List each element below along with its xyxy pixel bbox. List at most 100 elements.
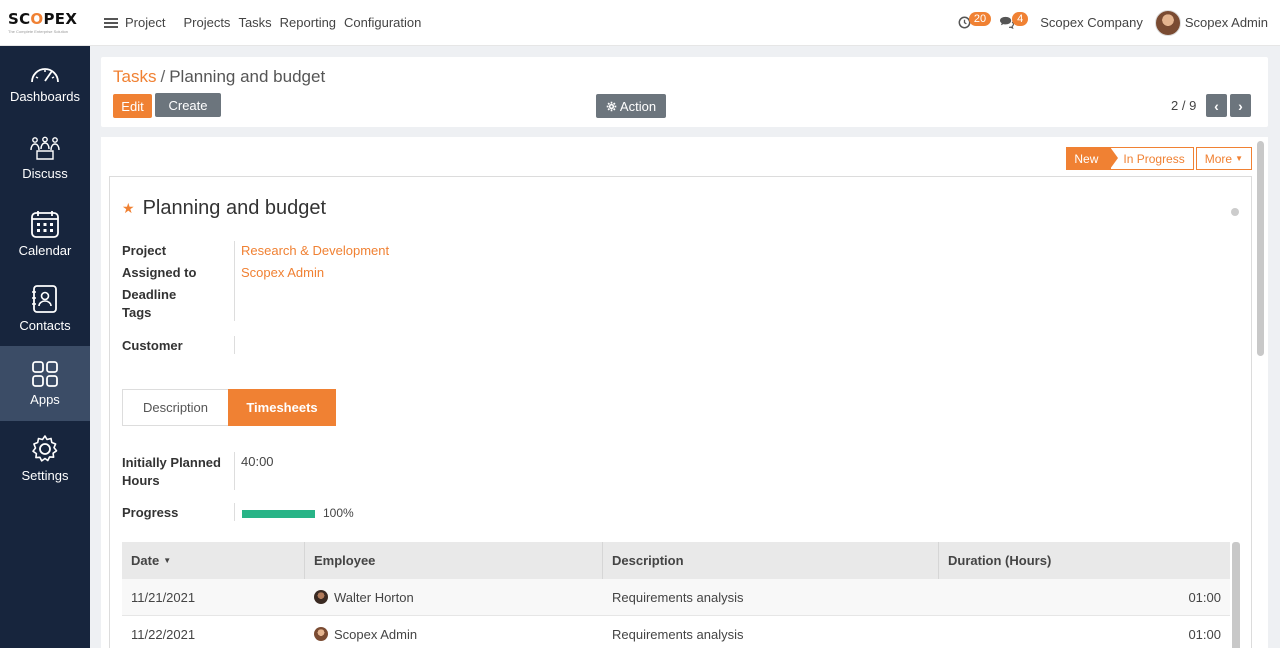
edit-button[interactable]: Edit xyxy=(113,94,152,118)
sidebar-item-calendar[interactable]: Calendar xyxy=(0,196,90,271)
assigned-to-value[interactable]: Scopex Admin xyxy=(241,265,324,280)
tab-description[interactable]: Description xyxy=(122,389,228,426)
column-description[interactable]: Description xyxy=(603,542,939,579)
logo-wordmark: SCOPEX xyxy=(8,9,78,28)
sort-caret-icon: ▼ xyxy=(163,556,172,565)
cell-duration: 01:00 xyxy=(1188,589,1221,605)
form-scrollbar[interactable] xyxy=(1257,141,1264,356)
column-duration[interactable]: Duration (Hours) xyxy=(939,542,1230,579)
cell-description: Requirements analysis xyxy=(612,589,744,605)
topbar-right: 20 4 Scopex Company Scopex Admin xyxy=(958,9,1280,36)
contacts-book-icon xyxy=(32,285,57,313)
menu-tasks[interactable]: Tasks xyxy=(238,15,271,30)
people-discuss-icon xyxy=(30,136,60,160)
cell-description: Requirements analysis xyxy=(612,626,744,642)
stage-new[interactable]: New xyxy=(1066,147,1119,170)
table-scrollbar[interactable] xyxy=(1232,542,1240,648)
sidebar-item-label: Settings xyxy=(21,468,69,483)
action-button[interactable]: Action xyxy=(596,94,666,118)
progress-label: Progress xyxy=(122,505,179,520)
user-avatar[interactable] xyxy=(1154,9,1181,36)
top-menu: Projects Tasks Reporting Configuration xyxy=(183,15,421,30)
tags-label: Tags xyxy=(122,305,152,320)
app-name[interactable]: Project xyxy=(125,15,165,30)
table-header: Date ▼ Employee Description Duration (Hou… xyxy=(122,542,1230,579)
field-divider xyxy=(234,336,235,354)
breadcrumb-separator: / xyxy=(160,67,166,86)
employee-avatar xyxy=(314,590,328,604)
field-divider xyxy=(234,241,235,321)
breadcrumb: Tasks / Planning and budget xyxy=(113,67,325,87)
deadline-label: Deadline xyxy=(122,287,177,302)
project-value[interactable]: Research & Development xyxy=(241,243,389,258)
breadcrumb-current: Planning and budget xyxy=(169,67,326,86)
customer-label: Customer xyxy=(122,338,183,353)
table-row[interactable]: 11/21/2021 Walter Horton Requirements an… xyxy=(122,579,1230,616)
stage-in-progress[interactable]: In Progress xyxy=(1110,147,1194,170)
stage-more-dropdown[interactable]: More ▼ xyxy=(1195,147,1252,170)
cell-date: 11/22/2021 xyxy=(131,626,196,642)
user-menu[interactable]: Scopex Admin xyxy=(1185,15,1268,30)
menu-configuration[interactable]: Configuration xyxy=(344,15,421,30)
title-row: ★ Planning and budget xyxy=(122,197,326,220)
sidebar-item-settings[interactable]: Settings xyxy=(0,421,90,496)
sidebar: Dashboards Discuss Calendar Contacts App… xyxy=(0,46,90,648)
gear-icon xyxy=(32,435,58,462)
chevron-left-icon: ‹ xyxy=(1214,97,1219,114)
more-label: More xyxy=(1204,151,1233,166)
breadcrumb-tasks-link[interactable]: Tasks xyxy=(113,67,156,86)
sidebar-item-apps[interactable]: Apps xyxy=(0,346,90,421)
form-view: New In Progress More ▼ ★ Planning and bud… xyxy=(101,137,1268,648)
employee-name: Walter Horton xyxy=(334,589,414,605)
hamburger-menu-icon[interactable] xyxy=(104,17,118,28)
sidebar-item-dashboards[interactable]: Dashboards xyxy=(0,46,90,121)
progress-bar xyxy=(242,510,315,518)
sidebar-item-contacts[interactable]: Contacts xyxy=(0,271,90,346)
pager-previous-button[interactable]: ‹ xyxy=(1206,94,1227,117)
action-label: Action xyxy=(619,98,657,114)
cell-employee: Scopex Admin xyxy=(305,616,603,648)
gear-icon xyxy=(606,101,617,111)
sidebar-item-label: Contacts xyxy=(19,318,71,333)
form-sheet: ★ Planning and budget Project Research &… xyxy=(109,176,1252,648)
status-bar: New In Progress More ▼ xyxy=(1066,147,1252,170)
tab-timesheets[interactable]: Timesheets xyxy=(228,389,336,426)
control-panel: Tasks / Planning and budget Edit Create Ac… xyxy=(101,57,1268,127)
activity-count-badge: 20 xyxy=(968,11,992,26)
cell-duration: 01:00 xyxy=(1188,626,1221,642)
pager-value[interactable]: 2 / 9 xyxy=(1171,98,1196,113)
company-switcher[interactable]: Scopex Company xyxy=(1040,15,1143,30)
cell-date: 11/21/2021 xyxy=(131,589,196,605)
timesheet-table: Date ▼ Employee Description Duration (Hou… xyxy=(122,542,1240,648)
cell-employee: Walter Horton xyxy=(305,579,603,615)
top-navbar: SCOPEX The Complete Enterprise Solution … xyxy=(0,0,1280,46)
column-employee[interactable]: Employee xyxy=(305,542,603,579)
assigned-to-label: Assigned to xyxy=(122,265,197,280)
progress-percent: 100% xyxy=(323,506,354,520)
caret-down-icon: ▼ xyxy=(1235,154,1243,163)
chevron-right-icon: › xyxy=(1238,97,1243,114)
priority-star-icon[interactable]: ★ xyxy=(122,200,135,217)
menu-reporting[interactable]: Reporting xyxy=(280,15,336,30)
sidebar-item-label: Apps xyxy=(30,392,60,407)
employee-avatar xyxy=(314,627,328,641)
task-title: Planning and budget xyxy=(142,197,327,219)
column-label: Date xyxy=(131,553,160,568)
logo-tagline: The Complete Enterprise Solution xyxy=(8,28,69,34)
table-row[interactable]: 11/22/2021 Scopex Admin Requirements ana… xyxy=(122,616,1230,648)
sidebar-item-discuss[interactable]: Discuss xyxy=(0,121,90,196)
calendar-icon xyxy=(31,211,59,238)
pager-next-button[interactable]: › xyxy=(1230,94,1251,117)
activity-menu[interactable]: 20 xyxy=(958,11,992,30)
menu-projects[interactable]: Projects xyxy=(183,15,230,30)
apps-grid-icon xyxy=(32,361,58,387)
kanban-state-dot[interactable] xyxy=(1231,208,1239,216)
messages-menu[interactable]: 4 xyxy=(999,11,1029,30)
employee-name: Scopex Admin xyxy=(334,626,418,642)
planned-hours-value: 40:00 xyxy=(241,454,274,469)
column-date[interactable]: Date ▼ xyxy=(122,542,305,579)
create-button[interactable]: Create xyxy=(155,93,221,117)
sidebar-item-label: Discuss xyxy=(22,166,68,181)
sidebar-item-label: Dashboards xyxy=(9,89,81,104)
scopex-logo[interactable]: SCOPEX The Complete Enterprise Solution xyxy=(0,9,90,34)
